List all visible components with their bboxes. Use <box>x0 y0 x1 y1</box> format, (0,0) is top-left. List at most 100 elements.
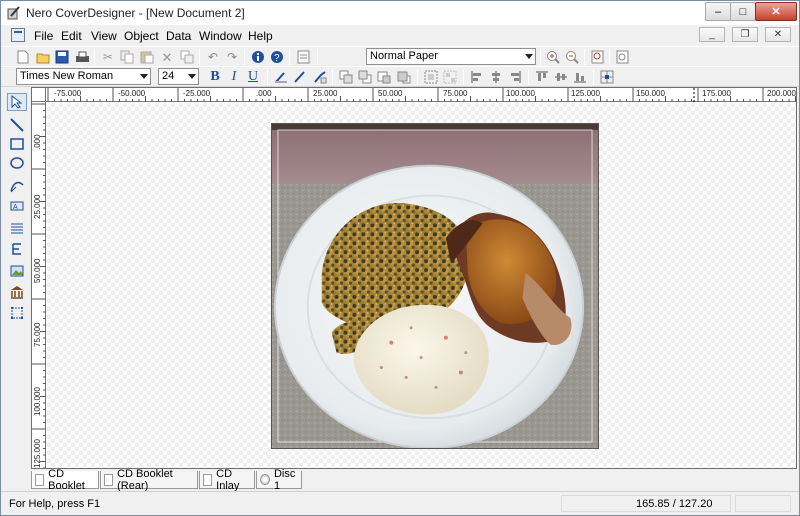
font-size-select[interactable]: 24 <box>158 68 199 85</box>
child-close-button[interactable]: ✕ <box>765 27 791 42</box>
child-minimize-button[interactable]: _ <box>699 27 725 42</box>
disc-icon <box>260 474 270 485</box>
print-icon[interactable] <box>74 49 90 65</box>
align-bottom-icon[interactable] <box>572 69 588 85</box>
menu-view[interactable]: View <box>91 29 117 43</box>
bring-forward-icon[interactable] <box>376 69 392 85</box>
menu-edit[interactable]: Edit <box>61 29 82 43</box>
send-to-back-icon[interactable] <box>357 69 373 85</box>
undo-icon[interactable]: ↶ <box>205 49 221 65</box>
toolbar-separator <box>584 49 585 65</box>
object-tool-icon[interactable] <box>7 283 27 301</box>
ellipse-tool-icon[interactable] <box>7 154 27 172</box>
bold-button[interactable]: B <box>207 69 223 85</box>
close-button[interactable]: ✕ <box>755 2 797 21</box>
tab-cd-booklet[interactable]: CD Booklet <box>31 468 99 492</box>
info-icon[interactable] <box>250 49 266 65</box>
align-middle-icon[interactable] <box>553 69 569 85</box>
ruler-label: 175.000 <box>702 89 731 98</box>
document-tab-bar: CD Booklet CD Booklet (Rear) CD Inlay Di… <box>31 467 797 492</box>
ruler-label: 75.000 <box>443 89 468 98</box>
pointer-tool-icon[interactable] <box>7 93 27 111</box>
child-restore-button[interactable]: ❐ <box>732 27 758 42</box>
toolbar-separator <box>199 49 200 65</box>
save-icon[interactable] <box>54 49 70 65</box>
ungroup-icon[interactable] <box>442 69 458 85</box>
toolbar-separator <box>94 49 95 65</box>
maximize-button[interactable]: □ <box>730 2 756 21</box>
redo-icon[interactable]: ↷ <box>224 49 240 65</box>
toolbar-separator <box>609 49 610 65</box>
vertical-ruler: .000 25.000 50.000 75.000 100.000 125.00… <box>32 102 46 468</box>
pen-color-icon[interactable] <box>292 69 308 85</box>
text-format-icon[interactable] <box>273 69 289 85</box>
rectangle-tool-icon[interactable] <box>7 135 27 153</box>
ruler-label: 25.000 <box>33 194 42 219</box>
open-icon[interactable] <box>35 49 51 65</box>
text-tool-icon[interactable]: A <box>7 197 27 215</box>
tab-cd-inlay[interactable]: CD Inlay <box>199 468 255 492</box>
cursor-coordinates: 165.85 / 127.20 <box>636 498 713 510</box>
zoom-out-icon[interactable] <box>564 49 580 65</box>
menu-object[interactable]: Object <box>124 29 159 43</box>
ruler-label: 200.000 <box>767 89 796 98</box>
svg-text:A: A <box>13 204 18 211</box>
zoom-page-icon[interactable] <box>589 49 605 65</box>
cut-icon[interactable]: ✂ <box>100 49 116 65</box>
toolbar-separator <box>540 49 541 65</box>
tab-disc-1[interactable]: Disc 1 <box>256 467 302 492</box>
booklet-photo-image[interactable] <box>271 123 599 449</box>
ruler-label: 25.000 <box>313 89 338 98</box>
send-backward-icon[interactable] <box>396 69 412 85</box>
ruler-label: -50.000 <box>118 89 146 98</box>
ruler-corner <box>32 88 46 102</box>
fill-color-icon[interactable] <box>312 69 328 85</box>
delete-icon[interactable]: ✕ <box>159 49 175 65</box>
help-icon[interactable]: ? <box>269 49 285 65</box>
tab-label: Disc 1 <box>273 467 296 492</box>
document-properties-icon[interactable] <box>295 49 311 65</box>
frame-tool-icon[interactable] <box>7 304 27 322</box>
font-family-select[interactable]: Times New Roman <box>16 68 151 85</box>
toolbar-separator <box>463 69 464 85</box>
align-center-icon[interactable] <box>488 69 504 85</box>
list-tool-icon[interactable] <box>7 219 27 237</box>
copy-icon[interactable] <box>119 49 135 65</box>
menu-data[interactable]: Data <box>166 29 191 43</box>
ruler-label: -75.000 <box>54 89 82 98</box>
pen-tool-icon[interactable] <box>7 177 27 195</box>
ruler-label: 50.000 <box>33 258 42 283</box>
align-left-icon[interactable] <box>469 69 485 85</box>
line-tool-icon[interactable] <box>7 116 27 134</box>
center-on-page-icon[interactable] <box>599 69 615 85</box>
group-icon[interactable] <box>423 69 439 85</box>
toolbar-separator <box>317 49 318 65</box>
horizontal-ruler-ticks <box>47 88 796 102</box>
new-icon[interactable] <box>15 49 31 65</box>
field-tool-icon[interactable] <box>7 240 27 258</box>
minimize-button[interactable]: – <box>705 2 731 21</box>
zoom-in-icon[interactable] <box>545 49 561 65</box>
status-pane <box>735 495 791 512</box>
bring-to-front-icon[interactable] <box>338 69 354 85</box>
menu-window[interactable]: Window <box>199 29 242 43</box>
page-icon <box>35 473 45 486</box>
image-tool-icon[interactable] <box>7 262 27 280</box>
italic-button[interactable]: I <box>226 69 242 85</box>
paper-type-select[interactable]: Normal Paper <box>366 48 536 65</box>
align-top-icon[interactable] <box>534 69 550 85</box>
paste-icon[interactable] <box>139 49 155 65</box>
canvas-workspace[interactable] <box>47 103 796 468</box>
page-icon <box>203 473 213 486</box>
align-right-icon[interactable] <box>507 69 523 85</box>
underline-button[interactable]: U <box>245 69 261 85</box>
menu-help[interactable]: Help <box>248 29 273 43</box>
duplicate-icon[interactable] <box>179 49 195 65</box>
toolbar-separator <box>593 69 594 85</box>
menu-file[interactable]: File <box>34 29 53 43</box>
zoom-fit-icon[interactable] <box>614 49 630 65</box>
chevron-down-icon <box>140 74 148 79</box>
tab-cd-booklet-rear[interactable]: CD Booklet (Rear) <box>100 468 198 492</box>
design-canvas[interactable]: -75.000 -50.000 -25.000 .000 25.000 50.0… <box>31 87 797 469</box>
document-system-icon[interactable] <box>11 28 25 42</box>
